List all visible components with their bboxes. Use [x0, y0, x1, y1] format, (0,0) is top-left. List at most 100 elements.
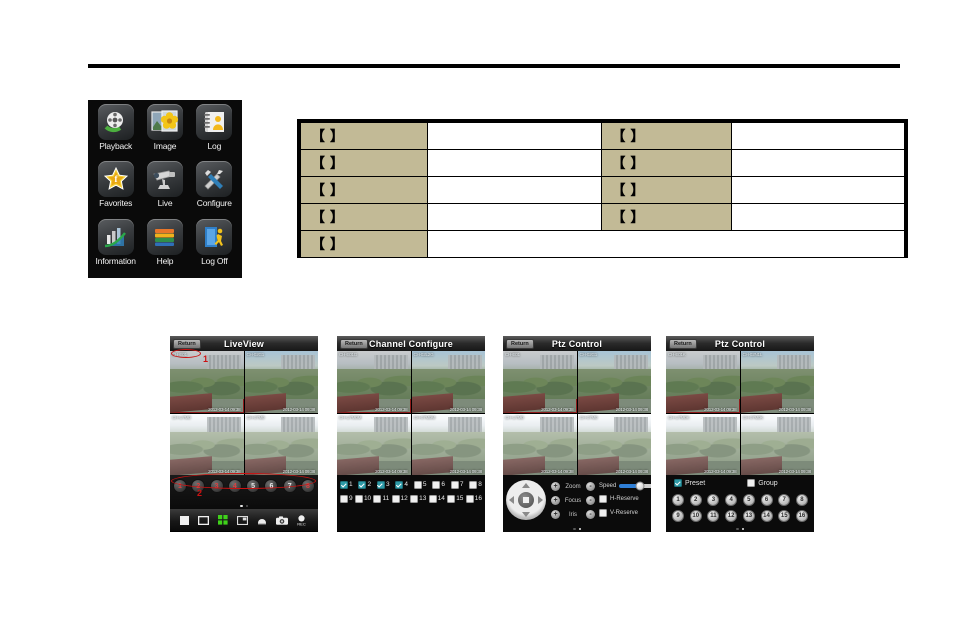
video-tile[interactable]: CH-E01G 2012-03-14 09:38: [337, 351, 411, 413]
channel-checkbox-item[interactable]: 13: [410, 495, 426, 503]
checkbox[interactable]: [358, 481, 367, 489]
channel-checkbox-item[interactable]: 9: [340, 495, 353, 503]
video-tile[interactable]: CH-E01K 2012-03-14 09:38: [666, 351, 740, 413]
channel-checkbox-item[interactable]: 14: [428, 495, 445, 503]
arrow-right-icon[interactable]: [538, 496, 543, 504]
checkbox[interactable]: [340, 481, 348, 489]
app-item-live[interactable]: Live: [140, 161, 189, 218]
checkbox[interactable]: [413, 481, 422, 489]
checkbox[interactable]: [376, 481, 385, 489]
channel-checkbox-item[interactable]: 11: [373, 495, 389, 503]
return-button[interactable]: Return: [669, 338, 697, 349]
split-view-icon[interactable]: [236, 515, 248, 525]
slider-knob[interactable]: [635, 481, 645, 491]
video-tile[interactable]: CH-07M0K 2012-03-14 09:38: [740, 413, 814, 475]
video-tile[interactable]: CH-U7M0K 2012-03-14 09:38: [666, 413, 740, 475]
checkbox[interactable]: [747, 479, 756, 487]
channel-button[interactable]: 6: [264, 479, 279, 493]
preset-button[interactable]: 14: [760, 510, 773, 522]
page-dot[interactable]: [240, 504, 243, 507]
record-rec-icon[interactable]: REC: [296, 514, 307, 526]
video-tile[interactable]: CH-07M0 2012-03-14 09:38: [577, 413, 651, 475]
checkbox[interactable]: [432, 481, 441, 489]
video-tile[interactable]: CH-U7M0 2012-03-14 09:38: [170, 413, 244, 475]
channel-checkbox-item[interactable]: 8: [469, 481, 482, 489]
return-button[interactable]: Return: [173, 338, 201, 349]
preset-button[interactable]: 13: [742, 510, 755, 522]
page-dot[interactable]: [578, 527, 581, 530]
video-tile[interactable]: CH-02G1 2012-03-14 09:38: [244, 351, 318, 413]
channel-checkbox-item[interactable]: 16: [465, 495, 482, 503]
app-item-configure[interactable]: Configure: [190, 161, 239, 218]
video-tile[interactable]: CH-02L2G 2012-03-14 09:38: [411, 351, 485, 413]
preset-button[interactable]: 5: [742, 494, 755, 506]
channel-button[interactable]: 5: [246, 479, 261, 493]
video-tile[interactable]: CH-U7M0M 2012-03-14 09:38: [337, 413, 411, 475]
app-item-information[interactable]: Information: [91, 218, 140, 276]
page-dot[interactable]: [741, 527, 744, 530]
dome-ptz-icon[interactable]: [257, 516, 267, 525]
preset-button[interactable]: 11: [707, 510, 720, 522]
preset-button[interactable]: 1: [672, 494, 684, 506]
preset-button[interactable]: 15: [778, 510, 791, 522]
checkbox[interactable]: [465, 495, 474, 503]
channel-checkbox-item[interactable]: 7: [450, 481, 463, 489]
checkbox[interactable]: [428, 495, 437, 503]
plus-button[interactable]: +: [551, 510, 560, 519]
channel-checkbox-item[interactable]: 10: [354, 495, 371, 503]
channel-checkbox-item[interactable]: 12: [391, 495, 408, 503]
snapshot-camera-icon[interactable]: [275, 515, 288, 525]
checkbox[interactable]: [447, 495, 456, 503]
plus-button[interactable]: +: [551, 482, 560, 491]
speed-slider[interactable]: [619, 481, 651, 491]
quad-view-icon[interactable]: [218, 515, 228, 525]
channel-button[interactable]: 7: [282, 479, 297, 493]
minus-button[interactable]: -: [586, 482, 595, 491]
preset-button[interactable]: 6: [760, 494, 773, 506]
checkbox[interactable]: [340, 495, 348, 503]
checkbox[interactable]: [450, 481, 459, 489]
video-tile[interactable]: CH-U7M0 2012-03-14 09:38: [503, 413, 577, 475]
checkbox[interactable]: [373, 495, 382, 503]
preset-button[interactable]: 9: [672, 510, 684, 522]
checkbox[interactable]: [354, 495, 363, 503]
video-tile[interactable]: CH-02G1 2012-03-14 09:38: [577, 351, 651, 413]
video-tile[interactable]: CH-02N1L 2012-03-14 09:38: [740, 351, 814, 413]
preset-button[interactable]: 7: [778, 494, 791, 506]
app-item-log-off[interactable]: Log Off: [190, 218, 239, 276]
channel-checkbox-item[interactable]: 6: [432, 481, 445, 489]
checkbox[interactable]: [410, 495, 419, 503]
video-tile[interactable]: CH-07M0M 2012-03-14 09:38: [411, 413, 485, 475]
minus-button[interactable]: -: [586, 510, 595, 519]
channel-checkbox-item[interactable]: 4: [395, 481, 408, 489]
page-dot[interactable]: [245, 504, 248, 507]
h-reserve-row[interactable]: H-Reserve: [599, 495, 651, 503]
checkbox[interactable]: [674, 479, 682, 487]
page-dot[interactable]: [573, 527, 576, 530]
preset-button[interactable]: 8: [795, 494, 808, 506]
group-mode-item[interactable]: Group: [747, 479, 778, 487]
plus-button[interactable]: +: [551, 496, 560, 505]
channel-checkbox-item[interactable]: 3: [376, 481, 390, 489]
arrow-down-icon[interactable]: [522, 512, 530, 517]
stop-icon[interactable]: [518, 492, 534, 508]
channel-button[interactable]: 8: [300, 479, 315, 493]
arrow-up-icon[interactable]: [522, 483, 530, 488]
direction-pad-icon[interactable]: [506, 480, 546, 520]
video-tile[interactable]: CH-E01 2012-03-14 09:38: [503, 351, 577, 413]
preset-button[interactable]: 12: [725, 510, 738, 522]
preset-button[interactable]: 16: [795, 510, 808, 522]
channel-checkbox-item[interactable]: 1: [340, 481, 353, 489]
checkbox[interactable]: [599, 509, 607, 517]
return-button[interactable]: Return: [340, 338, 368, 349]
preset-mode-item[interactable]: Preset: [674, 479, 705, 487]
checkbox[interactable]: [391, 495, 400, 503]
app-item-image[interactable]: Image: [140, 104, 189, 161]
channel-button[interactable]: 1: [173, 479, 187, 493]
preset-button[interactable]: 3: [707, 494, 720, 506]
checkbox[interactable]: [395, 481, 404, 489]
v-reserve-row[interactable]: V-Reserve: [599, 509, 651, 517]
app-item-help[interactable]: Help: [140, 218, 189, 276]
arrow-left-icon[interactable]: [509, 496, 514, 504]
app-item-favorites[interactable]: f Favorites: [91, 161, 140, 218]
